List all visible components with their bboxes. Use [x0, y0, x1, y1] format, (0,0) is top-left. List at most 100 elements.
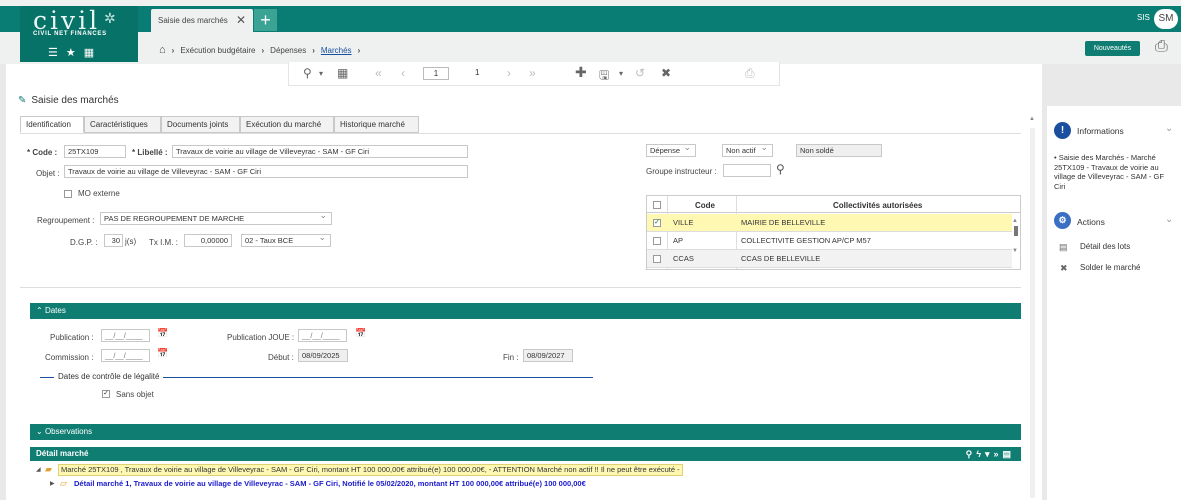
- nouveautes-button[interactable]: Nouveautés: [1085, 41, 1140, 56]
- row-name: CCAS DE BELLEVILLE: [741, 254, 821, 263]
- dgp-unit: j(s): [125, 237, 137, 246]
- observations-section-header[interactable]: ⌄ Observations: [30, 424, 1021, 440]
- add-icon[interactable]: ✚: [575, 64, 587, 81]
- page-input[interactable]: 1: [423, 67, 449, 80]
- print-icon[interactable]: ⎙: [745, 66, 755, 81]
- depense-select[interactable]: Dépense: [646, 142, 696, 157]
- table-search-icon[interactable]: ▦: [337, 66, 348, 80]
- breadcrumb-item[interactable]: Marchés: [321, 46, 352, 55]
- tree-item-marche[interactable]: Marché 25TX109 , Travaux de voirie au vi…: [58, 464, 683, 476]
- expand-icon[interactable]: ◢: [36, 466, 41, 473]
- calendar-icon[interactable]: 📅: [355, 328, 366, 339]
- snowflake-icon: ✲: [104, 10, 116, 26]
- next-page-icon[interactable]: ›: [507, 66, 511, 80]
- publication-joue-field[interactable]: __/__/____: [298, 329, 347, 342]
- row-checkbox[interactable]: [653, 255, 661, 263]
- table-row[interactable]: ✓ VILLE MAIRIE DE BELLEVILLE: [647, 214, 1012, 232]
- mo-externe-checkbox[interactable]: [64, 190, 72, 198]
- code-field[interactable]: 25TX109: [64, 145, 126, 158]
- tab-documents-joints[interactable]: Documents joints: [161, 116, 240, 133]
- row-code: CCAS: [673, 254, 694, 263]
- tab-execution-marche[interactable]: Exécution du marché: [240, 116, 334, 133]
- row-checkbox[interactable]: ✓: [653, 219, 661, 227]
- search-icon[interactable]: ⚲: [303, 66, 312, 80]
- page-scrollbar[interactable]: ▲: [1028, 116, 1038, 500]
- debut-label: Début :: [268, 353, 294, 362]
- add-tab-button[interactable]: +: [254, 9, 277, 31]
- calendar-icon[interactable]: 📅: [157, 348, 168, 359]
- taux-select[interactable]: 02 - Taux BCE: [241, 232, 331, 247]
- publication-label: Publication :: [50, 333, 94, 342]
- first-page-icon[interactable]: «: [375, 66, 382, 80]
- last-page-icon[interactable]: »: [529, 66, 536, 80]
- column-collectivites: Collectivités autorisées: [833, 201, 923, 210]
- dates-section-header[interactable]: ⌃ Dates: [30, 303, 1021, 319]
- save-icon[interactable]: 🖫: [599, 66, 609, 87]
- column-code: Code: [695, 201, 715, 210]
- tab-historique-marche[interactable]: Historique marché: [334, 116, 419, 133]
- regroupement-select[interactable]: PAS DE REGROUPEMENT DE MARCHE: [100, 210, 332, 225]
- groupe-instructeur-label: Groupe instructeur :: [646, 167, 717, 176]
- informations-title[interactable]: Informations: [1077, 126, 1124, 136]
- folder-icon: ▰: [45, 464, 52, 474]
- action-solder-marche[interactable]: Solder le marché: [1080, 263, 1140, 272]
- chevron-up-icon: ⌃: [36, 306, 45, 315]
- dgp-field[interactable]: 30: [104, 234, 123, 247]
- expand-icon[interactable]: ▶: [50, 480, 55, 487]
- menu-icon[interactable]: ☰: [48, 47, 66, 59]
- lightning-icon[interactable]: ϟ▾: [976, 449, 993, 459]
- calendar-icon[interactable]: 📅: [157, 328, 168, 339]
- commission-field[interactable]: __/__/____: [101, 349, 150, 362]
- dates-section-title: Dates: [44, 306, 66, 315]
- publication-field[interactable]: __/__/____: [101, 329, 150, 342]
- action-detail-lots[interactable]: Détail des lots: [1080, 242, 1130, 251]
- fin-label: Fin :: [503, 353, 519, 362]
- record-toolbar: ⚲ ▾ ▦ « ‹ 1 1 › » ✚ 🖫 ▾ ↺ ✖ ⎙: [288, 62, 780, 86]
- prev-page-icon[interactable]: ‹: [401, 66, 405, 80]
- tab-caracteristiques[interactable]: Caractéristiques: [84, 116, 161, 133]
- row-checkbox[interactable]: [653, 237, 661, 245]
- sans-objet-checkbox[interactable]: ✓: [102, 390, 110, 398]
- edit-icon: ✎: [18, 95, 27, 106]
- chevron-down-icon[interactable]: ⌄: [1165, 123, 1173, 134]
- commission-label: Commission :: [45, 353, 94, 362]
- dates-panel: [30, 319, 1021, 419]
- delete-icon[interactable]: ✖: [661, 66, 671, 80]
- objet-label: Objet :: [36, 169, 60, 178]
- close-icon[interactable]: ✕: [236, 13, 246, 27]
- tx-label: Tx I.M. :: [149, 238, 178, 247]
- chevron-down-icon: ⌄: [36, 427, 45, 436]
- detail-marche-header: Détail marché ⚲ϟ▾»▤: [30, 447, 1021, 461]
- select-all-checkbox[interactable]: [653, 201, 661, 209]
- folder-icon: ▱: [60, 478, 67, 488]
- undo-icon[interactable]: ↺: [635, 66, 645, 80]
- table-row[interactable]: AP COLLECTIVITE GESTION AP/CP M57: [647, 232, 1012, 250]
- groupe-instructeur-field[interactable]: [723, 164, 771, 177]
- objet-field[interactable]: Travaux de voirie au village de Villevey…: [64, 165, 468, 178]
- table-row[interactable]: CCAS CCAS DE BELLEVILLE: [647, 250, 1012, 268]
- actions-title[interactable]: Actions: [1077, 217, 1105, 227]
- tree-item-detail[interactable]: Détail marché 1, Travaux de voirie au vi…: [74, 479, 586, 488]
- home-icon[interactable]: ⌂: [159, 44, 166, 56]
- chevron-down-icon[interactable]: ▾: [619, 69, 623, 78]
- grid-scrollbar[interactable]: ▲ ▼: [1012, 218, 1020, 268]
- avatar[interactable]: SM: [1154, 9, 1178, 29]
- non-actif-select[interactable]: Non actif: [722, 142, 773, 157]
- search-icon[interactable]: ⚲: [966, 449, 977, 459]
- printer-icon[interactable]: ⎙: [1155, 38, 1168, 56]
- tab-saisie-marches[interactable]: Saisie des marchés ✕: [151, 9, 253, 32]
- star-icon[interactable]: ★: [66, 47, 84, 59]
- tab-title: Saisie des marchés: [158, 16, 228, 25]
- tab-identification[interactable]: Identification: [20, 116, 84, 133]
- breadcrumb-item[interactable]: Dépenses: [270, 46, 306, 55]
- libelle-field[interactable]: Travaux de voirie au village de Villevey…: [172, 145, 468, 158]
- grid-icon[interactable]: ▦: [84, 47, 102, 59]
- search-icon[interactable]: ⚲: [776, 162, 785, 176]
- export-icon[interactable]: ▤: [1002, 449, 1015, 459]
- chevron-down-icon[interactable]: ⌄: [1165, 214, 1173, 225]
- chevron-down-icon[interactable]: ▾: [319, 69, 323, 78]
- breadcrumb-item[interactable]: Exécution budgétaire: [180, 46, 255, 55]
- info-icon: !: [1054, 122, 1071, 139]
- app-logo[interactable]: civil ✲ CIVIL NET FINANCES ☰★▦: [20, 6, 138, 62]
- tx-field[interactable]: 0,00000: [184, 234, 232, 247]
